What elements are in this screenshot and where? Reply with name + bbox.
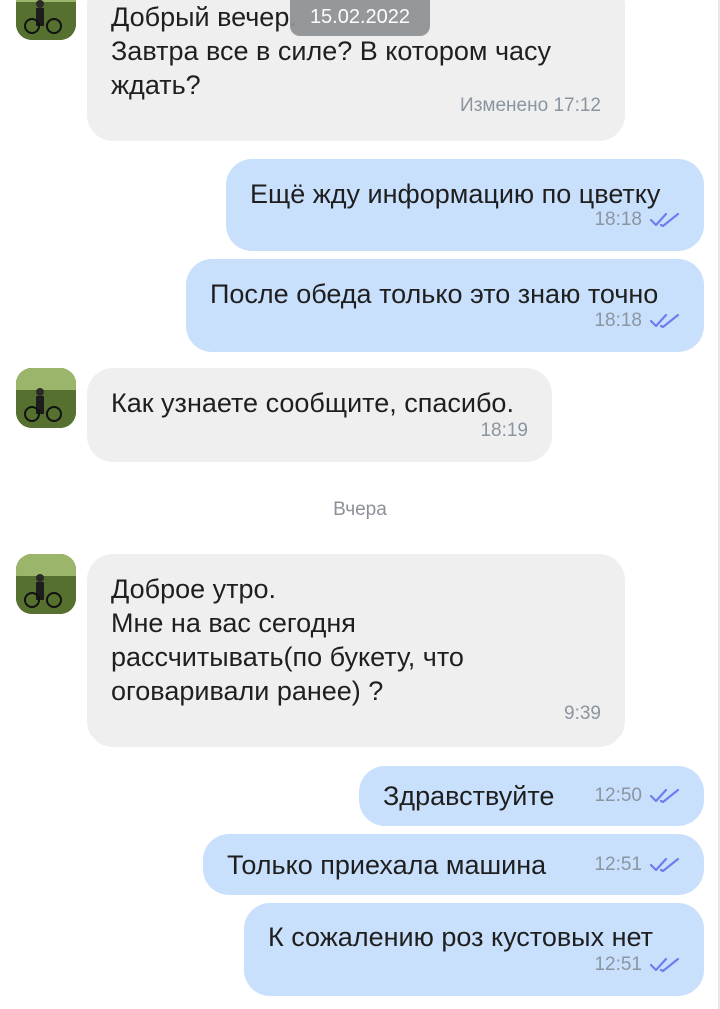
- message-meta: 18:19: [480, 414, 528, 448]
- date-pill: 15.02.2022: [290, 0, 430, 36]
- message-bubble[interactable]: Ещё жду информацию по цветку 18:18: [226, 159, 704, 251]
- message-time: 18:19: [480, 420, 528, 441]
- contact-photo-icon: [16, 554, 76, 614]
- message-meta: 9:39: [564, 697, 601, 731]
- message-meta: 18:18: [594, 304, 680, 338]
- message-meta: 12:50: [594, 779, 680, 813]
- date-separator: Вчера: [333, 499, 387, 520]
- message-meta: 12:51: [594, 948, 680, 982]
- contact-avatar[interactable]: [16, 554, 76, 614]
- contact-avatar[interactable]: [16, 368, 76, 428]
- double-check-icon: [650, 857, 680, 873]
- double-check-icon: [650, 212, 680, 228]
- message-time: 12:51: [594, 853, 642, 875]
- message-time: 18:18: [594, 310, 642, 331]
- message-time: 12:51: [594, 954, 642, 975]
- message-time: 12:50: [594, 785, 642, 806]
- message-text: Как узнаете сообщите, спасибо.: [111, 388, 514, 418]
- message-bubble[interactable]: После обеда только это знаю точно 18:18: [186, 259, 704, 352]
- message-time: Изменено 17:12: [460, 95, 601, 116]
- message-bubble[interactable]: Как узнаете сообщите, спасибо. 18:19: [87, 368, 552, 462]
- message-meta: 18:18: [594, 203, 680, 237]
- contact-photo-icon: [16, 368, 76, 428]
- message-meta: Изменено 17:12: [460, 89, 601, 123]
- message-bubble[interactable]: Здравствуйте 12:50: [359, 766, 704, 826]
- message-time: 9:39: [564, 703, 601, 724]
- message-time: 18:18: [594, 209, 642, 230]
- double-check-icon: [650, 788, 680, 804]
- message-bubble[interactable]: Только приехала машина 12:51: [203, 834, 704, 895]
- double-check-icon: [650, 313, 680, 329]
- message-bubble[interactable]: К сожалению роз кустовых нет 12:51: [244, 903, 704, 996]
- contact-avatar[interactable]: [16, 0, 76, 40]
- message-bubble[interactable]: Доброе утро. Мне на вас сегодня рассчиты…: [87, 554, 625, 747]
- message-text: Доброе утро. Мне на вас сегодня рассчиты…: [111, 574, 464, 706]
- chat-view: Добрый вечер. Завтра все в силе? В котор…: [0, 0, 720, 1009]
- message-meta: 12:51: [594, 848, 680, 882]
- contact-photo-icon: [16, 0, 76, 40]
- double-check-icon: [650, 957, 680, 973]
